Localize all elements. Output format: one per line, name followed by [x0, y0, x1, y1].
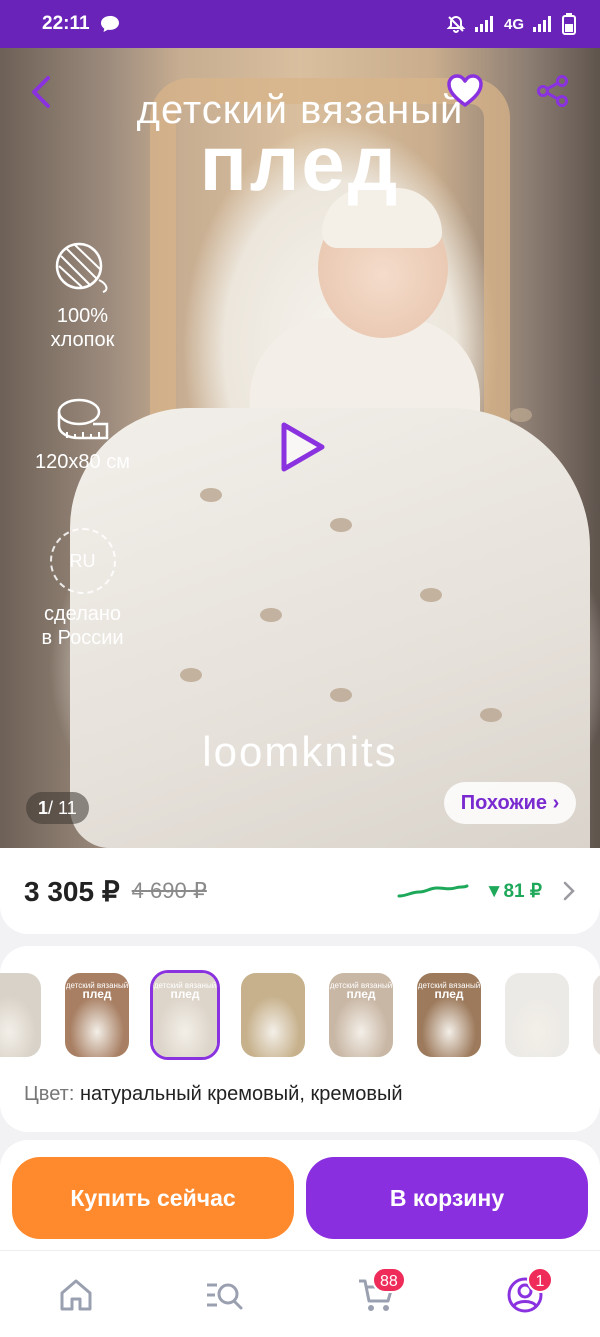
sheep-pattern	[420, 588, 442, 602]
sheep-pattern	[510, 408, 532, 422]
image-counter-total: / 11	[48, 798, 77, 818]
share-icon[interactable]	[536, 74, 570, 108]
sheep-pattern	[260, 608, 282, 622]
profile-notification-badge: 1	[527, 1267, 553, 1293]
sheep-pattern	[200, 488, 222, 502]
sheep-pattern	[330, 518, 352, 532]
battery-icon	[562, 13, 576, 35]
sheep-pattern	[180, 668, 202, 682]
signal-2-icon	[533, 16, 551, 32]
thumbnail-title: детский вязаный плед	[329, 981, 393, 1001]
color-value: натуральный кремовый, кремовый	[79, 1083, 403, 1105]
favorite-heart-icon[interactable]	[446, 72, 484, 110]
status-bar: 22:11 4G	[0, 0, 600, 48]
play-video-icon[interactable]	[278, 420, 328, 474]
chevron-right-icon	[563, 881, 575, 901]
status-time: 22:11	[42, 13, 90, 34]
old-price: 4 690 ₽	[131, 878, 207, 903]
yarn-ball-icon	[55, 242, 107, 293]
product-gallery[interactable]: детский вязаный плед 100% хлопок 120х80 …	[0, 48, 600, 848]
thumbnail-image	[0, 973, 41, 1057]
mute-icon	[446, 15, 466, 33]
back-arrow-icon[interactable]	[24, 74, 60, 110]
thumbnail-image	[241, 973, 305, 1057]
color-thumbnail[interactable]: детский вязаный плед	[150, 970, 220, 1060]
purchase-actions: Купить сейчас В корзину	[0, 1140, 600, 1250]
similar-items-button[interactable]: Похожие ›	[444, 782, 576, 824]
ru-badge-icon: RU	[49, 528, 116, 594]
sheep-pattern	[480, 708, 502, 722]
thumbnail-title-text: плед	[434, 987, 464, 1001]
thumbnail-title-text: плед	[82, 987, 112, 1001]
thumbnail-image	[505, 973, 569, 1057]
price-trend-sparkline-icon	[397, 884, 469, 898]
current-price: 3 305 ₽	[24, 875, 120, 907]
thumbnail-title: детский вязаный плед	[417, 981, 481, 1001]
feature-made-in-line1: сделано	[43, 603, 122, 625]
price-card[interactable]: 3 305 ₽ 4 690 ₽ ▼81 ₽	[0, 848, 600, 934]
feature-cotton: 100% хлопок	[0, 240, 165, 352]
feature-cotton-value: 100%	[56, 305, 109, 327]
price-history[interactable]: ▼81 ₽	[397, 880, 576, 903]
color-thumbnail[interactable]	[0, 970, 44, 1060]
signal-icon	[474, 16, 493, 32]
feature-made-in-russia: RU сделано в России	[0, 528, 165, 650]
cart-count-badge: 88	[372, 1267, 406, 1293]
catalog-search-icon[interactable]	[204, 1275, 244, 1315]
color-info: Цвет: натуральный кремовый, кремовый	[24, 1083, 403, 1106]
color-thumbnail[interactable]: детский вязаный плед	[62, 970, 132, 1060]
brand-logo-text: loomknits	[202, 728, 398, 775]
chat-notification-icon	[100, 15, 119, 32]
thumbnail-image	[593, 973, 600, 1057]
thumbnail-title: детский вязаный плед	[153, 981, 217, 1001]
home-icon[interactable]	[56, 1275, 96, 1315]
feature-made-in-line2: в России	[41, 627, 124, 649]
feature-cotton-label: хлопок	[50, 329, 115, 351]
color-selector-card: детский вязаный плед детский вязаный плед де…	[0, 946, 600, 1132]
image-counter-current: 1	[38, 798, 49, 818]
feature-size: 120х80 см	[0, 394, 165, 474]
bottom-navigation: 88 1	[0, 1250, 600, 1337]
add-to-cart-button[interactable]: В корзину	[306, 1157, 588, 1239]
color-thumbnail[interactable]	[590, 970, 600, 1060]
sheep-pattern	[330, 688, 352, 702]
network-type: 4G	[503, 15, 524, 33]
image-counter: 1/ 11	[26, 792, 89, 824]
buy-now-button[interactable]: Купить сейчас	[12, 1157, 294, 1239]
color-label: Цвет:	[24, 1083, 75, 1105]
feature-size-value: 120х80 см	[35, 451, 130, 473]
color-thumbnail[interactable]: детский вязаный плед	[326, 970, 396, 1060]
thumbnail-title: детский вязаный плед	[65, 981, 129, 1001]
thumbnail-title-text: плед	[170, 987, 200, 1001]
hero-title: плед	[199, 119, 401, 207]
color-thumbnail[interactable]	[238, 970, 308, 1060]
color-thumbnails: детский вязаный плед детский вязаный плед де…	[0, 970, 600, 1060]
color-thumbnail[interactable]: детский вязаный плед	[414, 970, 484, 1060]
thumbnail-title-text: плед	[346, 987, 376, 1001]
price-drop-badge: ▼81 ₽	[484, 880, 542, 902]
measuring-tape-icon	[57, 398, 108, 440]
color-thumbnail[interactable]	[502, 970, 572, 1060]
